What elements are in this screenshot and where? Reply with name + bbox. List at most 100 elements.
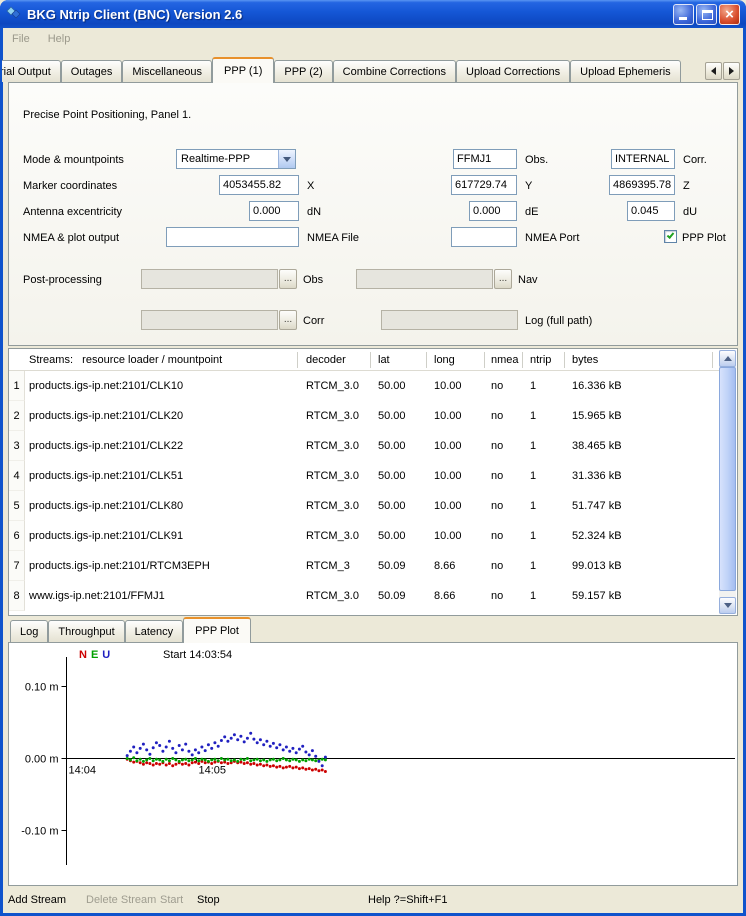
cell-lat: 50.00 (378, 440, 406, 452)
table-row[interactable]: 4products.igs-ip.net:2101/CLK51RTCM_3.05… (9, 461, 719, 491)
chevron-left-icon (711, 67, 716, 75)
cell-mountpoint: products.igs-ip.net:2101/RTCM3EPH (29, 560, 210, 572)
column-divider (484, 352, 485, 368)
tab-log[interactable]: Log (10, 620, 48, 642)
corr-mountpoint-field[interactable] (611, 149, 675, 169)
table-row[interactable]: 6products.igs-ip.net:2101/CLK91RTCM_3.05… (9, 521, 719, 551)
table-row[interactable]: 5products.igs-ip.net:2101/CLK80RTCM_3.05… (9, 491, 719, 521)
tab-serial-output[interactable]: rial Output (2, 60, 61, 82)
cell-long: 10.00 (434, 380, 462, 392)
obs-label: Obs. (525, 154, 548, 166)
scrollbar-thumb[interactable] (719, 367, 736, 591)
table-row[interactable]: 1products.igs-ip.net:2101/CLK10RTCM_3.05… (9, 371, 719, 401)
maximize-icon (702, 10, 713, 20)
tab-ppp-1[interactable]: PPP (1) (212, 57, 274, 83)
cell-lat: 50.00 (378, 500, 406, 512)
header-lat: lat (378, 354, 390, 366)
titlebar[interactable]: BKG Ntrip Client (BNC) Version 2.6 × (0, 0, 746, 28)
add-stream-button[interactable]: Add Stream (8, 894, 66, 906)
tab-latency[interactable]: Latency (125, 620, 184, 642)
cell-bytes: 31.336 kB (572, 470, 622, 482)
cell-decoder: RTCM_3.0 (306, 410, 359, 422)
postproc-corr-label: Corr (303, 315, 324, 327)
tab-throughput[interactable]: Throughput (48, 620, 124, 642)
marker-x-field[interactable] (219, 175, 299, 195)
table-scrollbar[interactable] (719, 350, 736, 614)
menu-file[interactable]: File (12, 33, 30, 45)
svg-text:-0.10 m: -0.10 m (21, 826, 58, 838)
svg-text:14:05: 14:05 (199, 765, 227, 777)
mode-label: Mode & mountpoints (23, 154, 124, 166)
cell-mountpoint: products.igs-ip.net:2101/CLK91 (29, 530, 183, 542)
nmea-port-field[interactable] (451, 227, 517, 247)
cell-num: 3 (9, 431, 25, 461)
tab-ppp-plot[interactable]: PPP Plot (183, 617, 251, 643)
cell-lat: 50.00 (378, 530, 406, 542)
cell-lat: 50.00 (378, 470, 406, 482)
check-icon (667, 231, 675, 239)
plot-start-label: Start 14:03:54 (163, 649, 232, 661)
cell-num: 4 (9, 461, 25, 491)
menu-help[interactable]: Help (48, 33, 71, 45)
nmea-port-label: NMEA Port (525, 232, 579, 244)
postproc-obs-field (141, 269, 278, 289)
table-row[interactable]: 8www.igs-ip.net:2101/FFMJ1RTCM_3.050.098… (9, 581, 719, 611)
tab-scroll-left-button[interactable] (705, 62, 722, 80)
cell-bytes: 15.965 kB (572, 410, 622, 422)
antenna-dn-field[interactable] (249, 201, 299, 221)
marker-z-field[interactable] (609, 175, 675, 195)
tab-upload-ephemeris[interactable]: Upload Ephemeris (570, 60, 681, 82)
header-nmea: nmea (491, 354, 519, 366)
ppp-panel: Precise Point Positioning, Panel 1. Mode… (8, 82, 738, 346)
minimize-button[interactable] (673, 4, 694, 25)
cell-ntrip: 1 (530, 410, 536, 422)
cell-nmea: no (491, 560, 503, 572)
tab-combine-corrections[interactable]: Combine Corrections (333, 60, 456, 82)
cell-num: 1 (9, 371, 25, 401)
minimize-icon (679, 17, 687, 20)
tab-ppp-2[interactable]: PPP (2) (274, 60, 332, 82)
ppp-plot-canvas: 0.10 m0.00 m-0.10 m14:0414:05 (9, 643, 737, 885)
table-row[interactable]: 3products.igs-ip.net:2101/CLK22RTCM_3.05… (9, 431, 719, 461)
marker-x-label: X (307, 180, 314, 192)
cell-ntrip: 1 (530, 470, 536, 482)
stop-button[interactable]: Stop (197, 894, 220, 906)
header-long: long (434, 354, 455, 366)
mode-combobox[interactable]: Realtime-PPP (176, 149, 296, 169)
cell-num: 8 (9, 581, 25, 611)
scroll-up-button[interactable] (719, 350, 736, 367)
cell-mountpoint: products.igs-ip.net:2101/CLK22 (29, 440, 183, 452)
cell-bytes: 38.465 kB (572, 440, 622, 452)
cell-nmea: no (491, 440, 503, 452)
close-button[interactable]: × (719, 4, 740, 25)
header-decoder: decoder (306, 354, 346, 366)
tab-scroll-right-button[interactable] (723, 62, 740, 80)
combobox-dropdown-button[interactable] (278, 150, 295, 168)
maximize-button[interactable] (696, 4, 717, 25)
table-row[interactable]: 2products.igs-ip.net:2101/CLK20RTCM_3.05… (9, 401, 719, 431)
cell-nmea: no (491, 470, 503, 482)
cell-lat: 50.00 (378, 380, 406, 392)
antenna-du-field[interactable] (627, 201, 675, 221)
column-divider (712, 352, 713, 368)
tab-upload-corrections[interactable]: Upload Corrections (456, 60, 570, 82)
nmea-file-field[interactable] (166, 227, 299, 247)
plot-legend: NEU (79, 649, 114, 661)
start-button: Start (160, 894, 183, 906)
tab-outages[interactable]: Outages (61, 60, 123, 82)
obs-mountpoint-field[interactable] (453, 149, 517, 169)
antenna-de-field[interactable] (469, 201, 517, 221)
cell-long: 10.00 (434, 410, 462, 422)
browse-obs-button: ... (279, 269, 297, 289)
svg-text:0.00 m: 0.00 m (25, 754, 59, 766)
marker-y-field[interactable] (451, 175, 517, 195)
cell-bytes: 99.013 kB (572, 560, 622, 572)
cell-nmea: no (491, 410, 503, 422)
nmea-label: NMEA & plot output (23, 232, 119, 244)
svg-text:0.10 m: 0.10 m (25, 682, 59, 694)
table-row[interactable]: 7products.igs-ip.net:2101/RTCM3EPHRTCM_3… (9, 551, 719, 581)
cell-ntrip: 1 (530, 530, 536, 542)
scroll-down-button[interactable] (719, 597, 736, 614)
tab-miscellaneous[interactable]: Miscellaneous (122, 60, 212, 82)
ppp-plot-checkbox[interactable] (664, 230, 677, 243)
